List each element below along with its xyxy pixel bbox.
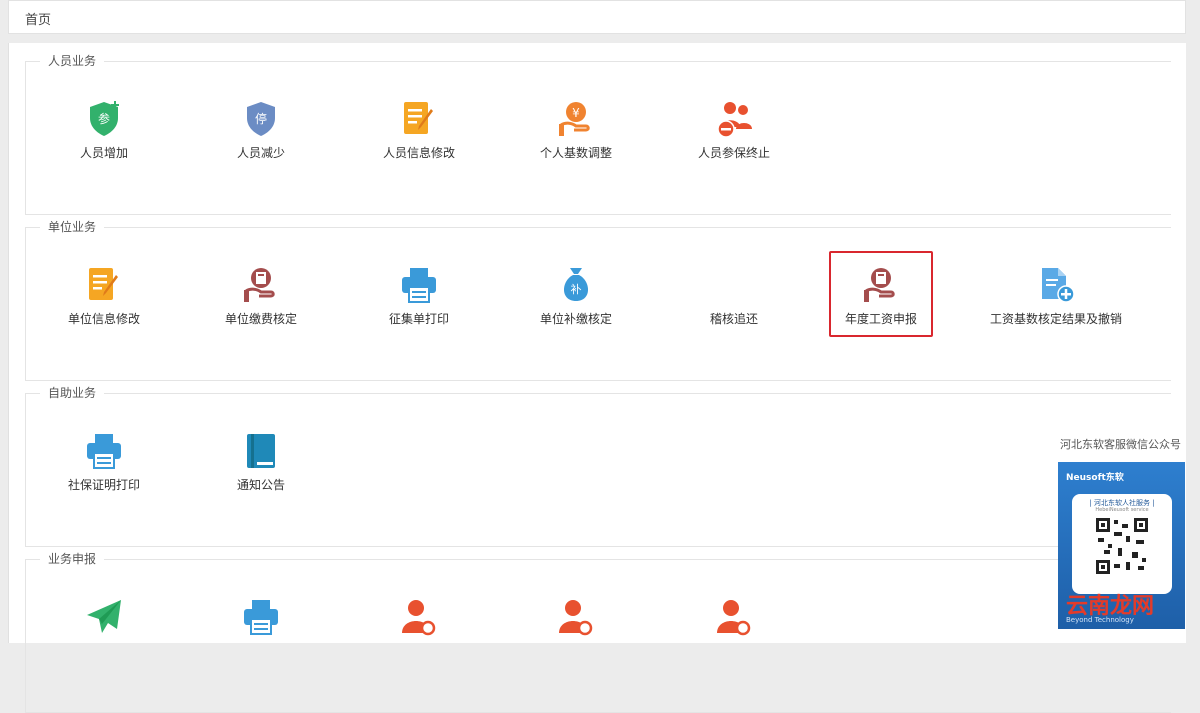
people-minus-icon (717, 102, 752, 138)
main-panel: 人员业务 参 人员增加 停 人员减少 人员信息修改 ¥ 个人基数调整 人员参保终… (8, 43, 1186, 713)
edit-document-icon (404, 102, 433, 134)
item-label: 工资基数核定结果及撤销 (989, 312, 1122, 326)
paper-plane-icon (87, 600, 121, 633)
svg-text:补: 补 (571, 283, 582, 296)
item-label: 个人基数调整 (539, 146, 612, 160)
person-search-icon (559, 600, 593, 636)
section-business-declare: 业务申报 (25, 551, 1171, 713)
qr-caption: 河北东软客服微信公众号 (1060, 438, 1181, 451)
item-label: 通知公告 (236, 478, 285, 492)
shield-stop-icon: 停 (247, 102, 275, 136)
hand-calculator-icon (244, 268, 275, 302)
printer-icon (244, 600, 278, 635)
person-search-icon (402, 600, 436, 636)
printer-icon (402, 268, 436, 303)
section-self-service: 自助业务 社保证明打印 通知公告 (25, 385, 1171, 547)
item-label: 年度工资申报 (844, 312, 917, 326)
svg-text:¥: ¥ (572, 106, 580, 120)
item-person-reduce[interactable]: 停 人员减少 (186, 99, 336, 177)
section-title: 业务申报 (40, 551, 105, 567)
hand-yuan-icon: ¥ (559, 102, 590, 136)
item-person-insurance-terminate[interactable]: 人员参保终止 (659, 99, 809, 177)
edit-document-icon (89, 268, 118, 300)
breadcrumb-home[interactable]: 首页 (25, 9, 51, 28)
book-icon (247, 434, 275, 468)
item-person-info-edit[interactable]: 人员信息修改 (344, 99, 494, 177)
printer-icon (87, 434, 121, 469)
item-label: 人员信息修改 (382, 146, 455, 160)
item-person-add[interactable]: 参 人员增加 (29, 99, 179, 177)
neusoft-logo: Neusoft东软 (1066, 473, 1124, 483)
item-collection-print[interactable]: 征集单打印 (344, 265, 494, 343)
item-unit-info-edit[interactable]: 单位信息修改 (29, 265, 179, 343)
item-unit-fee-approve[interactable]: 单位缴费核定 (186, 265, 336, 343)
section-title: 自助业务 (40, 385, 105, 401)
item-label: 单位信息修改 (67, 312, 140, 326)
item-label: 稽核追还 (709, 312, 758, 326)
blank-icon (714, 265, 754, 305)
item-wage-base-result-revoke[interactable]: 工资基数核定结果及撤销 (981, 265, 1131, 343)
top-breadcrumb-bar: 首页 (8, 0, 1186, 34)
hand-calculator-icon (864, 268, 895, 302)
shield-plus-icon: 参 (90, 101, 119, 136)
section-personnel: 人员业务 参 人员增加 停 人员减少 人员信息修改 ¥ 个人基数调整 人员参保终… (25, 53, 1171, 215)
qr-card-subtitle: HebeiNeusoft service (1095, 507, 1149, 513)
item-declare-send[interactable] (29, 597, 179, 675)
item-personal-base-adjust[interactable]: ¥ 个人基数调整 (501, 99, 651, 177)
file-add-icon (1042, 268, 1075, 303)
item-audit-recover[interactable]: 稽核追还 (659, 265, 809, 343)
person-search-icon (717, 600, 751, 636)
qr-card: | 河北东软人社服务 | HebeiNeusoft service (1072, 494, 1172, 594)
item-declare-person-3[interactable] (659, 597, 809, 675)
item-label: 人员减少 (236, 146, 285, 160)
svg-text:参: 参 (98, 111, 110, 126)
item-label: 社保证明打印 (67, 478, 140, 492)
item-declare-person-1[interactable] (344, 597, 494, 675)
item-declare-print[interactable] (186, 597, 336, 675)
item-notice-announcement[interactable]: 通知公告 (186, 431, 336, 509)
svg-text:停: 停 (255, 111, 267, 126)
item-label: 单位补缴核定 (539, 312, 612, 326)
item-social-security-certificate-print[interactable]: 社保证明打印 (29, 431, 179, 509)
item-label: 征集单打印 (388, 312, 449, 326)
item-unit-supplement-approve[interactable]: 补 单位补缴核定 (501, 265, 651, 343)
section-unit: 单位业务 单位信息修改 单位缴费核定 征集单打印 补 单位补缴核定 稽核追还 年… (25, 219, 1171, 381)
section-title: 人员业务 (40, 53, 105, 69)
item-label: 人员增加 (79, 146, 128, 160)
watermark: 云南龙网 (1066, 594, 1155, 619)
qr-code-icon (1096, 518, 1148, 574)
item-label: 单位缴费核定 (224, 312, 297, 326)
item-declare-person-2[interactable] (501, 597, 651, 675)
money-bag-icon: 补 (563, 268, 589, 301)
item-label: 人员参保终止 (697, 146, 770, 160)
item-annual-wage-declare[interactable]: 年度工资申报 (829, 251, 933, 337)
section-title: 单位业务 (40, 219, 105, 235)
